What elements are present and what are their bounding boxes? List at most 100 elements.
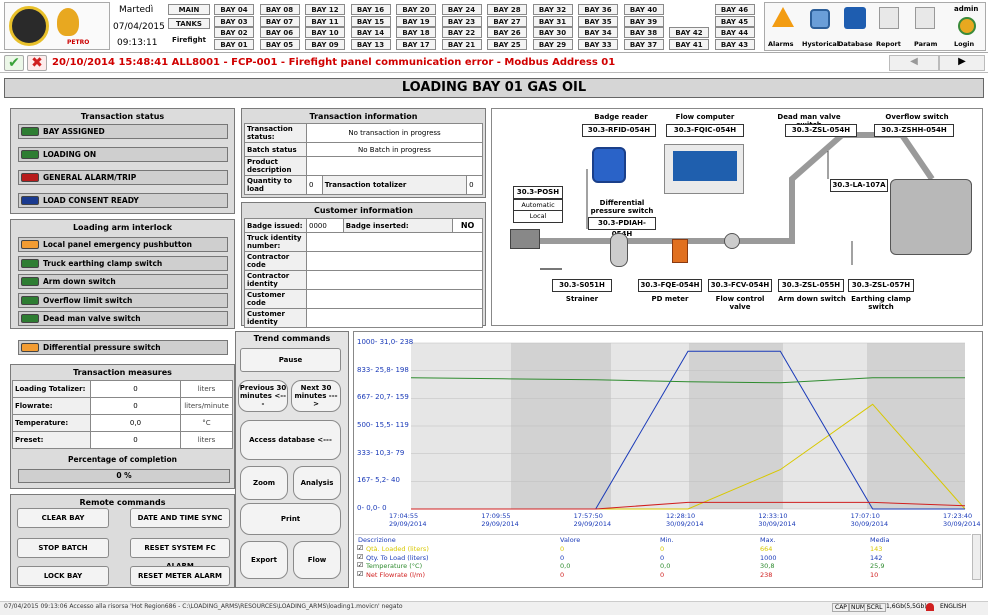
bay-button[interactable]: BAY 42 bbox=[669, 27, 709, 38]
diff-pressure-status: Differential pressure switch bbox=[18, 340, 228, 355]
status-lamp bbox=[21, 127, 39, 136]
mode-local[interactable]: Local bbox=[513, 210, 563, 223]
print-button[interactable]: Print bbox=[240, 503, 341, 535]
lock-bay-button[interactable]: LOCK BAY bbox=[17, 566, 109, 586]
bay-button[interactable]: BAY 04 bbox=[214, 4, 254, 15]
tag-fqic: 30.3-FQIC-054H bbox=[666, 124, 744, 137]
report-button[interactable]: Report bbox=[874, 3, 904, 51]
reset-fc-alarm-button[interactable]: RESET SYSTEM FC ALARM bbox=[130, 538, 230, 570]
alarms-button[interactable]: Alarms bbox=[768, 3, 800, 51]
measure-value: 0 bbox=[90, 380, 181, 398]
customer-field-label: Customer code bbox=[244, 289, 307, 309]
bay-button[interactable]: BAY 37 bbox=[623, 38, 664, 50]
stop-batch-button[interactable]: STOP BATCH bbox=[17, 538, 109, 558]
bay-button[interactable]: BAY 33 bbox=[578, 38, 618, 50]
bay-button[interactable]: BAY 01 bbox=[214, 38, 254, 50]
bay-button[interactable]: BAY 15 bbox=[350, 15, 391, 27]
bay-button[interactable]: BAY 44 bbox=[714, 27, 755, 38]
badge-issued-label: Badge issued: bbox=[244, 218, 307, 233]
bay-button[interactable]: BAY 29 bbox=[532, 38, 573, 50]
export-button[interactable]: Export bbox=[240, 541, 288, 579]
bay-button[interactable]: BAY 17 bbox=[396, 38, 436, 50]
alarm-prev-button[interactable]: ◀ bbox=[889, 55, 939, 71]
bay-button[interactable]: BAY 25 bbox=[487, 38, 527, 50]
bay-button[interactable]: BAY 32 bbox=[532, 4, 573, 15]
param-button[interactable]: Param bbox=[910, 3, 940, 51]
historical-button[interactable]: Hystorical bbox=[802, 3, 839, 51]
bay-button[interactable]: BAY 36 bbox=[578, 4, 618, 15]
bay-button[interactable]: BAY 46 bbox=[714, 4, 755, 15]
interlock-title: Loading arm interlock bbox=[72, 223, 173, 232]
bay-button[interactable]: BAY 22 bbox=[441, 27, 482, 38]
bay-button[interactable]: BAY 07 bbox=[259, 15, 300, 27]
x-axis-time: 17:09:55 bbox=[481, 512, 511, 520]
bay-button[interactable]: BAY 08 bbox=[259, 4, 300, 15]
reset-meter-alarm-button[interactable]: RESET METER ALARM bbox=[130, 566, 230, 586]
bay-button[interactable]: BAY 19 bbox=[396, 15, 436, 27]
bay-button[interactable]: BAY 21 bbox=[441, 38, 482, 50]
access-database-button[interactable]: Access database <--- bbox=[240, 420, 341, 460]
bay-button[interactable]: BAY 02 bbox=[214, 27, 254, 38]
zoom-button[interactable]: Zoom bbox=[240, 466, 288, 500]
bay-button[interactable]: BAY 39 bbox=[623, 15, 664, 27]
bay-button[interactable]: BAY 35 bbox=[578, 15, 618, 27]
legend-checkbox-icon[interactable]: ☑ bbox=[357, 570, 363, 578]
trend-scrollbar[interactable] bbox=[972, 534, 981, 580]
firefight-button[interactable]: Firefight bbox=[168, 32, 210, 49]
bay-button[interactable]: BAY 27 bbox=[487, 15, 527, 27]
next-30-button[interactable]: Next 30 minutes ---> bbox=[291, 380, 341, 412]
tx-totalizer-value: 0 bbox=[466, 175, 483, 195]
customer-field-label: Contractor identity bbox=[244, 270, 307, 290]
bay-button[interactable]: BAY 26 bbox=[487, 27, 527, 38]
bay-button[interactable]: BAY 06 bbox=[259, 27, 300, 38]
alarm-next-button[interactable]: ▶ bbox=[939, 55, 985, 71]
bay-button[interactable]: BAY 34 bbox=[578, 27, 618, 38]
acknowledge-check-icon[interactable]: ✔ bbox=[4, 55, 24, 71]
main-button[interactable]: MAIN bbox=[168, 4, 210, 15]
login-button[interactable]: admin Login bbox=[950, 3, 984, 51]
legend-checkbox-icon[interactable]: ☑ bbox=[357, 544, 363, 552]
bay-button[interactable]: BAY 24 bbox=[441, 4, 482, 15]
bay-button[interactable]: BAY 23 bbox=[441, 15, 482, 27]
interlock-lamp bbox=[21, 258, 39, 268]
legend-checkbox-icon[interactable]: ☑ bbox=[357, 553, 363, 561]
bay-button[interactable]: BAY 18 bbox=[396, 27, 436, 38]
bay-button[interactable]: BAY 13 bbox=[350, 38, 391, 50]
bay-button[interactable]: BAY 28 bbox=[487, 4, 527, 15]
interlock-item: Dead man valve switch bbox=[18, 311, 228, 326]
tanks-button[interactable]: TANKS bbox=[168, 18, 210, 29]
customer-field-value bbox=[306, 232, 483, 252]
bay-button[interactable]: BAY 20 bbox=[396, 4, 436, 15]
bay-button[interactable]: BAY 30 bbox=[532, 27, 573, 38]
user-name: admin bbox=[954, 5, 979, 13]
bay-button[interactable]: BAY 03 bbox=[214, 15, 254, 27]
customer-field-value bbox=[306, 308, 483, 328]
legend-checkbox-icon[interactable]: ☑ bbox=[357, 561, 363, 569]
pause-button[interactable]: Pause bbox=[240, 348, 341, 372]
bay-button[interactable]: BAY 12 bbox=[305, 4, 345, 15]
bay-button[interactable]: BAY 31 bbox=[532, 15, 573, 27]
bay-button[interactable]: BAY 14 bbox=[350, 27, 391, 38]
status-text: 07/04/2015 09:13:06 Accesso alla risorsa… bbox=[4, 603, 403, 610]
prev-30-button[interactable]: Previous 30 minutes <--- bbox=[238, 380, 288, 412]
bay-button[interactable]: BAY 05 bbox=[259, 38, 300, 50]
dismiss-x-icon[interactable]: ✖ bbox=[27, 55, 47, 71]
bay-button[interactable]: BAY 38 bbox=[623, 27, 664, 38]
clear-bay-button[interactable]: CLEAR BAY bbox=[17, 508, 109, 528]
database-button[interactable]: Database bbox=[838, 3, 873, 51]
legend-series-name: Net Flowrate (l/m) bbox=[366, 570, 425, 579]
bay-button[interactable]: BAY 40 bbox=[623, 4, 664, 15]
bay-button[interactable]: BAY 09 bbox=[305, 38, 345, 50]
diff-pressure-label: Differential pressure switch bbox=[43, 343, 161, 352]
flow-button[interactable]: Flow bbox=[293, 541, 341, 579]
bay-button[interactable]: BAY 45 bbox=[714, 15, 755, 27]
analysis-button[interactable]: Analysis bbox=[293, 466, 341, 500]
bay-button[interactable]: BAY 11 bbox=[305, 15, 345, 27]
bay-button[interactable]: BAY 10 bbox=[305, 27, 345, 38]
y-axis-tick: 833- 25,8- 198 bbox=[357, 365, 409, 374]
date-time-sync-button[interactable]: DATE AND TIME SYNC bbox=[130, 508, 230, 528]
bay-button[interactable]: BAY 16 bbox=[350, 4, 391, 15]
bay-button[interactable]: BAY 43 bbox=[714, 38, 755, 50]
bay-button[interactable]: BAY 41 bbox=[669, 38, 709, 50]
legend-value: 238 bbox=[760, 570, 773, 579]
